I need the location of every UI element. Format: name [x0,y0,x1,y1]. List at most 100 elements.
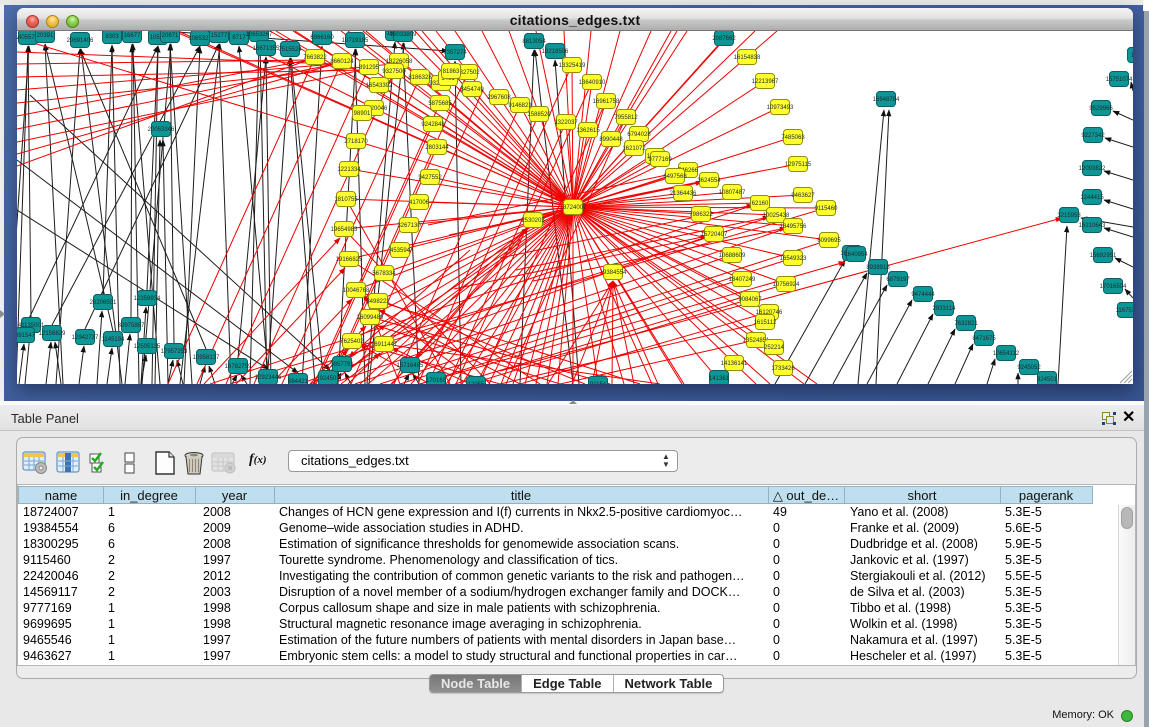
svg-text:10654112: 10654112 [993,351,1020,357]
svg-text:10046768: 10046768 [343,288,370,294]
svg-text:9427552: 9427552 [418,175,442,181]
svg-text:3215953: 3215953 [1057,213,1081,219]
svg-text:10756924: 10756924 [773,282,800,288]
svg-text:7632821: 7632821 [954,321,978,327]
svg-text:2718170: 2718170 [344,139,368,145]
svg-text:20391: 20391 [37,33,54,39]
svg-text:6794028: 6794028 [627,132,651,138]
svg-text:12359934: 12359934 [134,296,161,302]
svg-text:2967608: 2967608 [487,95,511,101]
svg-text:9115460: 9115460 [815,206,839,212]
svg-text:14136141: 14136141 [721,361,748,367]
svg-text:1588520: 1588520 [527,112,551,118]
svg-text:1167533: 1167533 [1116,308,1133,314]
svg-text:8990448: 8990448 [599,137,623,143]
svg-text:91154: 91154 [590,382,607,384]
svg-text:20691406: 20691406 [67,38,94,44]
svg-text:8813054: 8813054 [522,39,546,45]
svg-text:1111: 1111 [1131,53,1133,59]
svg-text:5678334: 5678334 [372,271,396,277]
svg-text:884421: 884421 [288,379,309,384]
svg-text:3498222: 3498222 [366,299,390,305]
svg-text:1733426: 1733426 [771,366,795,372]
svg-text:6966160: 6966160 [310,35,334,41]
svg-text:9327500: 9327500 [382,69,406,75]
svg-text:81863: 81863 [443,69,460,75]
svg-text:9777169: 9777169 [648,157,672,163]
svg-text:6879197: 6879197 [886,277,910,283]
svg-text:5875685: 5875685 [428,101,452,107]
svg-text:7986322: 7986322 [689,212,713,218]
svg-text:16911447: 16911447 [371,342,398,348]
svg-text:252214: 252214 [764,345,785,351]
svg-text:15277: 15277 [211,33,228,39]
svg-text:1221334: 1221334 [337,167,361,173]
svg-text:16210643: 16210643 [1079,223,1106,229]
svg-text:16543392: 16543392 [366,83,393,89]
svg-text:9227342: 9227342 [1081,133,1105,139]
svg-text:16671355: 16671355 [253,46,280,52]
svg-text:9146821: 9146821 [508,103,532,109]
svg-text:16154838: 16154838 [734,55,761,61]
svg-text:98901: 98901 [354,111,371,117]
svg-text:9474444: 9474444 [911,292,935,298]
svg-text:170165: 170165 [426,378,447,384]
svg-text:10958137: 10958137 [193,355,220,361]
svg-text:924501: 924501 [1037,377,1058,383]
svg-text:12942737: 12942737 [72,335,99,341]
svg-text:891295: 891295 [359,65,380,71]
svg-text:12156829: 12156829 [39,331,66,337]
svg-text:18495756: 18495756 [780,224,807,230]
svg-text:7955812: 7955812 [614,115,638,121]
svg-text:8303: 8303 [105,34,119,40]
svg-text:19384554: 19384554 [600,270,627,276]
svg-text:20871: 20871 [162,33,179,39]
svg-text:9084067: 9084067 [738,297,762,303]
svg-text:16677: 16677 [124,33,141,39]
svg-text:18724007: 18724007 [560,205,587,211]
svg-text:3624554: 3624554 [697,178,721,184]
svg-text:16961758: 16961758 [593,99,620,105]
svg-text:30975867: 30975867 [118,323,145,329]
svg-text:453594: 453594 [390,248,411,254]
svg-text:6099695: 6099695 [817,238,841,244]
svg-text:10688609: 10688609 [719,253,746,259]
svg-text:9245052: 9245052 [1017,365,1041,371]
svg-text:17016504: 17016504 [1100,284,1127,290]
svg-text:10973493: 10973493 [767,105,794,111]
svg-text:7515524: 7515524 [278,47,302,53]
svg-text:9463627: 9463627 [791,193,815,199]
svg-text:8186328: 8186328 [408,75,432,81]
svg-text:391547: 391547 [17,333,36,339]
svg-text:12213967: 12213967 [752,79,779,85]
svg-text:2530203: 2530203 [521,218,545,224]
svg-text:92450: 92450 [320,376,337,382]
svg-text:8471675: 8471675 [972,336,996,342]
svg-text:9857791: 9857791 [330,362,354,368]
svg-text:1621072: 1621072 [622,146,646,152]
svg-text:16033809: 16033809 [390,32,417,38]
svg-text:16099489: 16099489 [357,315,384,321]
svg-text:16782759: 16782759 [225,364,252,370]
svg-text:15751074: 15751074 [1106,77,1133,83]
svg-text:8660124: 8660124 [330,59,354,65]
svg-text:8938918: 8938918 [866,265,890,271]
svg-text:1244415: 1244415 [1080,195,1104,201]
svg-text:1065327: 1065327 [188,36,212,42]
svg-text:13640910: 13640910 [579,80,606,86]
svg-text:1810755: 1810755 [334,197,358,203]
svg-text:141361: 141361 [709,376,730,382]
svg-text:15720407: 15720407 [701,232,728,238]
svg-text:2803144: 2803144 [425,145,449,151]
svg-text:13325419: 13325419 [559,63,586,69]
svg-text:10653267: 10653267 [246,32,273,38]
svg-text:8717: 8717 [232,35,246,41]
svg-text:15692951: 15692951 [1090,253,1117,259]
svg-text:7357274: 7357274 [443,50,467,56]
svg-text:7663822: 7663822 [303,55,327,61]
svg-text:19218506: 19218506 [542,49,569,55]
svg-text:1362615: 1362615 [576,128,600,134]
svg-text:417006: 417006 [409,200,430,206]
svg-text:16549323: 16549323 [780,256,807,262]
svg-text:2933114: 2933114 [933,306,957,312]
